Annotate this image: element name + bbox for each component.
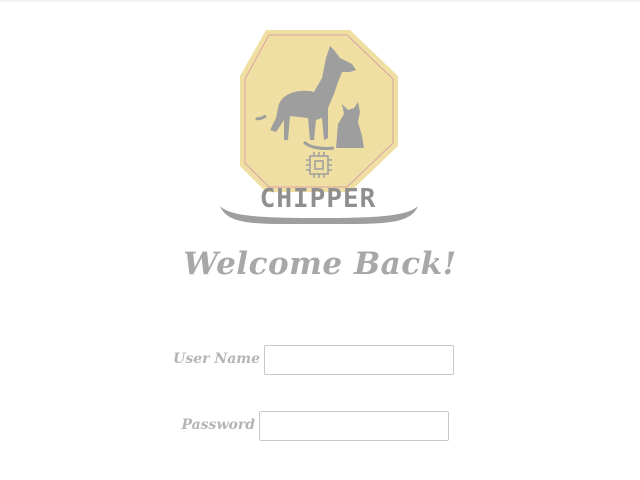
- password-field[interactable]: [259, 411, 449, 441]
- chipper-logo: CHIPPER: [218, 28, 422, 228]
- brand-name: CHIPPER: [259, 184, 377, 214]
- page-title: Welcome Back!: [183, 246, 457, 282]
- password-label: Password: [181, 417, 255, 433]
- top-border: [0, 0, 640, 2]
- username-field[interactable]: [264, 345, 454, 375]
- username-label: User Name: [173, 351, 260, 367]
